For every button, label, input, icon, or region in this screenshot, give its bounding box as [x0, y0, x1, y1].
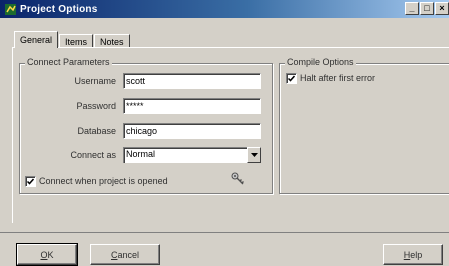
database-label: Database — [77, 126, 116, 136]
connect-on-open-label: Connect when project is opened — [39, 176, 168, 186]
tab-notes[interactable]: Notes — [94, 34, 130, 48]
minimize-icon: _ — [409, 3, 415, 13]
checkmark-icon — [288, 75, 295, 82]
connect-as-dropdown-button[interactable] — [247, 147, 261, 163]
password-label: Password — [76, 101, 116, 111]
maximize-button[interactable]: □ — [420, 2, 434, 15]
connect-parameters-group: Connect Parameters Username Password Dat… — [19, 57, 273, 194]
footer-divider — [0, 232, 449, 233]
window-title: Project Options — [20, 3, 98, 15]
window-controls: _ □ × — [405, 2, 449, 15]
username-label: Username — [74, 76, 116, 86]
chevron-down-icon — [250, 153, 258, 157]
connect-as-select[interactable]: Normal — [123, 147, 261, 163]
project-icon — [5, 3, 16, 15]
maximize-icon: □ — [424, 3, 430, 13]
tab-strip: General Items Notes — [14, 31, 131, 48]
ok-button[interactable]: OK — [16, 243, 78, 266]
username-field[interactable] — [123, 73, 261, 89]
tab-items[interactable]: Items — [59, 34, 94, 48]
compile-options-group: Compile Options Halt after first error — [279, 57, 449, 194]
connect-as-value: Normal — [123, 147, 247, 163]
tab-general[interactable]: General — [14, 31, 59, 48]
project-options-dialog: Project Options _ □ × General Items Note… — [0, 0, 449, 266]
close-button[interactable]: × — [435, 2, 449, 15]
connect-as-label: Connect as — [70, 150, 116, 160]
password-field[interactable] — [123, 98, 261, 114]
help-button-label: elp — [410, 249, 423, 260]
ok-button-label: K — [47, 249, 54, 260]
title-bar[interactable]: Project Options _ □ × — [0, 0, 449, 18]
ok-button-accel: O — [40, 249, 48, 260]
tab-notes-label: Notes — [100, 36, 124, 47]
database-field[interactable] — [123, 123, 261, 139]
connect-parameters-legend: Connect Parameters — [25, 57, 112, 67]
connect-on-open-checkbox[interactable] — [25, 176, 36, 187]
tab-items-label: Items — [65, 36, 88, 47]
cancel-button[interactable]: Cancel — [90, 244, 160, 265]
compile-options-legend: Compile Options — [285, 57, 356, 67]
cancel-button-label: ancel — [117, 249, 139, 260]
checkmark-icon — [27, 178, 34, 185]
key-icon[interactable] — [231, 172, 245, 186]
tab-general-label: General — [20, 35, 53, 45]
help-button[interactable]: Help — [383, 244, 443, 265]
minimize-button[interactable]: _ — [405, 2, 419, 15]
general-tab-panel: Connect Parameters Username Password Dat… — [12, 47, 449, 223]
halt-after-first-error-checkbox[interactable] — [286, 73, 297, 84]
halt-after-first-error-label: Halt after first error — [300, 73, 376, 83]
close-icon: × — [439, 3, 445, 13]
